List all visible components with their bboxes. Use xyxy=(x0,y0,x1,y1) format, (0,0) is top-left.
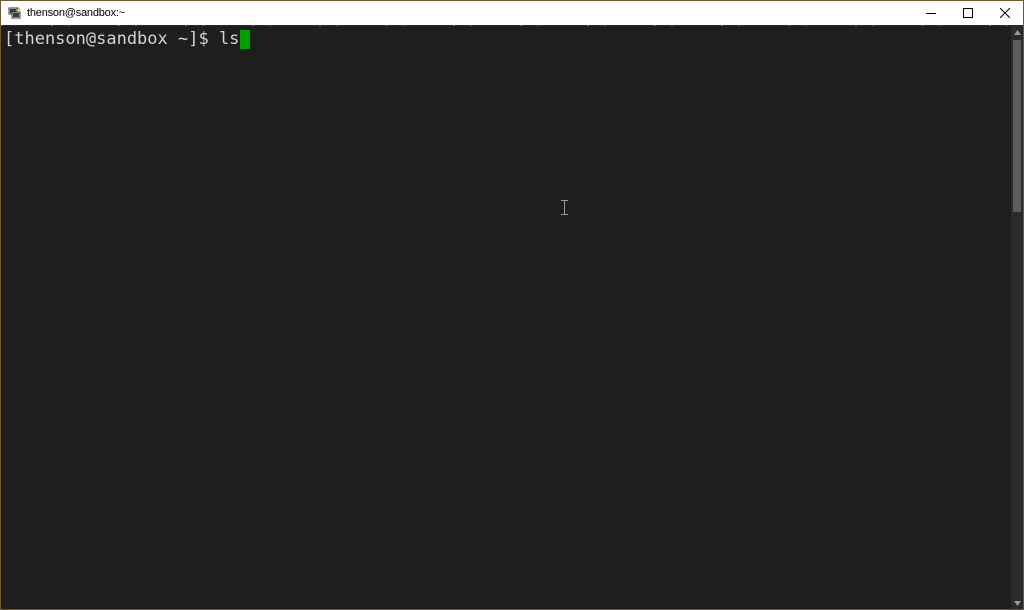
scrollbar-thumb[interactable] xyxy=(1013,40,1021,212)
command-input: ls xyxy=(218,29,240,49)
minimize-icon xyxy=(925,13,936,14)
close-button[interactable] xyxy=(986,1,1023,25)
window-title: thenson@sandbox:~ xyxy=(27,7,125,19)
text-cursor xyxy=(240,29,251,49)
maximize-button[interactable] xyxy=(949,1,986,25)
vertical-scrollbar[interactable] xyxy=(1011,26,1023,609)
minimize-button[interactable] xyxy=(912,1,949,25)
shell-prompt: [thenson@sandbox ~]$ xyxy=(4,29,219,49)
title-bar[interactable]: thenson@sandbox:~ xyxy=(1,1,1023,25)
command-line: [thenson@sandbox ~]$ ls xyxy=(4,28,251,50)
close-icon xyxy=(999,8,1010,18)
putty-app-icon[interactable] xyxy=(7,5,23,21)
terminal-window: thenson@sandbox:~ [thenson@sandbox ~]$ l… xyxy=(0,0,1024,610)
scroll-up-icon xyxy=(1013,29,1021,35)
window-controls xyxy=(912,1,1023,25)
ibeam-cursor-icon xyxy=(561,200,568,215)
scroll-up-button[interactable] xyxy=(1011,26,1023,38)
scroll-down-icon xyxy=(1013,600,1021,606)
maximize-icon xyxy=(962,8,973,18)
scroll-down-button[interactable] xyxy=(1011,597,1023,609)
terminal-area[interactable]: [thenson@sandbox ~]$ ls xyxy=(1,26,1011,609)
